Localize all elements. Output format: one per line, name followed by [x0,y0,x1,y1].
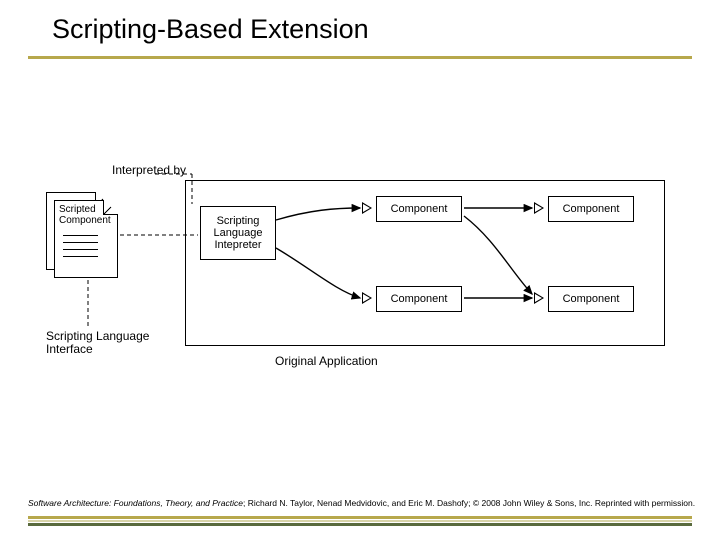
scripted-component-doc: Scripted Component [54,200,118,278]
label-interpreted-by: Interpreted by [112,164,186,177]
footer-book-title: Software Architecture: Foundations, Theo… [28,498,243,508]
footer-citation: Software Architecture: Foundations, Theo… [28,498,695,508]
interpreter-box: Scripting Language Intepreter [200,206,276,260]
component-box-bottom-right: Component [548,286,634,312]
slide-title: Scripting-Based Extension [52,14,369,45]
component-box-top-left: Component [376,196,462,222]
footer-accent-bar [28,516,692,526]
triangle-icon [534,292,544,304]
triangle-icon [362,202,372,214]
title-underline [28,56,692,59]
label-original-application: Original Application [275,355,378,368]
component-box-top-right: Component [548,196,634,222]
triangle-icon [534,202,544,214]
component-box-bottom-left: Component [376,286,462,312]
triangle-icon [362,292,372,304]
label-scripting-interface: Scripting Language Interface [46,330,149,356]
diagram-area: Interpreted by Scripting Language Interf… [40,150,680,430]
footer-rest: ; Richard N. Taylor, Nenad Medvidovic, a… [243,498,695,508]
scripted-component-label: Scripted Component [59,205,111,226]
doc-lines-icon [63,235,107,263]
